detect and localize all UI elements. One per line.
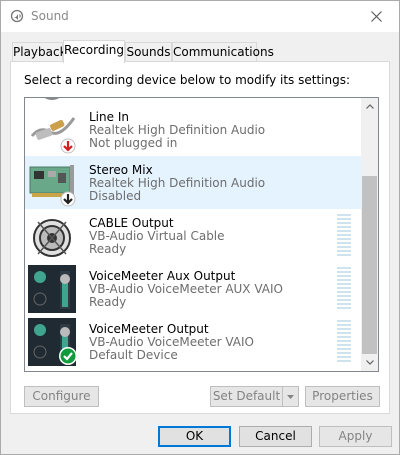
cable-speaker-icon — [28, 212, 76, 260]
device-driver: VB-Audio Virtual Cable — [89, 229, 225, 243]
ok-button[interactable]: OK — [158, 426, 231, 447]
voicemeeter-icon — [28, 318, 77, 366]
set-default-button[interactable]: Set Default — [210, 386, 299, 407]
device-status: Ready — [89, 242, 127, 256]
scroll-down-button[interactable] — [361, 354, 378, 371]
device-name: VoiceMeeter Aux Output — [89, 269, 236, 283]
close-icon — [370, 11, 382, 22]
configure-button[interactable]: Configure — [24, 386, 99, 407]
device-name: Stereo Mix — [89, 163, 153, 177]
device-cable-output[interactable]: CABLE Output VB-Audio Virtual Cable Read… — [25, 209, 361, 262]
scroll-up-button[interactable] — [361, 98, 378, 115]
voicemeeter-icon — [28, 265, 76, 313]
device-status: Default Device — [89, 348, 178, 362]
device-name: CABLE Output — [89, 216, 174, 230]
set-default-label: Set Default — [212, 389, 281, 403]
device-driver: Realtek High Definition Audio — [89, 123, 266, 137]
chevron-down-icon — [365, 360, 374, 365]
vertical-scrollbar[interactable] — [361, 98, 378, 371]
cancel-button[interactable]: Cancel — [239, 426, 312, 447]
device-driver: VB-Audio VoiceMeeter AUX VAIO — [89, 282, 283, 296]
recording-device-list[interactable]: Line In Realtek High Definition Audio No… — [24, 97, 379, 372]
tab-playback[interactable]: Playback — [12, 42, 67, 62]
chevron-up-icon — [365, 104, 374, 109]
tab-communications[interactable]: Communications — [172, 42, 274, 62]
device-status: Disabled — [89, 189, 142, 203]
level-meter — [337, 214, 351, 258]
level-meter — [337, 267, 351, 311]
device-name: Line In — [89, 110, 129, 124]
speaker-icon — [10, 9, 24, 23]
close-button[interactable] — [353, 1, 399, 32]
device-line-in[interactable]: Line In Realtek High Definition Audio No… — [25, 103, 361, 156]
sound-dialog: Sound Playback Recording Sounds Communic… — [0, 0, 400, 455]
device-driver: VB-Audio VoiceMeeter VAIO — [89, 335, 254, 349]
scroll-thumb[interactable] — [362, 176, 377, 354]
device-status: Not plugged in — [89, 136, 178, 150]
recording-panel: Select a recording device below to modif… — [10, 61, 390, 414]
tab-strip: Playback Recording Sounds Communications — [10, 40, 390, 63]
line-in-jack-icon — [28, 106, 76, 154]
instruction-text: Select a recording device below to modif… — [24, 73, 351, 87]
set-default-dropdown[interactable] — [282, 387, 298, 406]
device-name: VoiceMeeter Output — [89, 322, 209, 336]
properties-button[interactable]: Properties — [305, 386, 380, 407]
title-bar: Sound — [1, 1, 399, 32]
apply-button[interactable]: Apply — [319, 426, 392, 447]
window-title: Sound — [31, 9, 69, 23]
chevron-down-icon — [287, 394, 294, 399]
tab-sounds[interactable]: Sounds — [125, 42, 172, 62]
sound-card-icon — [28, 159, 76, 207]
tab-recording[interactable]: Recording — [63, 40, 125, 63]
device-stereo-mix[interactable]: Stereo Mix Realtek High Definition Audio… — [25, 156, 361, 209]
device-driver: Realtek High Definition Audio — [89, 176, 266, 190]
device-voicemeeter-aux-output[interactable]: VoiceMeeter Aux Output VB-Audio VoiceMee… — [25, 262, 361, 315]
device-icon — [28, 98, 76, 101]
device-status: Ready — [89, 295, 127, 309]
device-voicemeeter-output[interactable]: VoiceMeeter Output VB-Audio VoiceMeeter … — [25, 315, 361, 368]
level-meter — [337, 320, 351, 364]
